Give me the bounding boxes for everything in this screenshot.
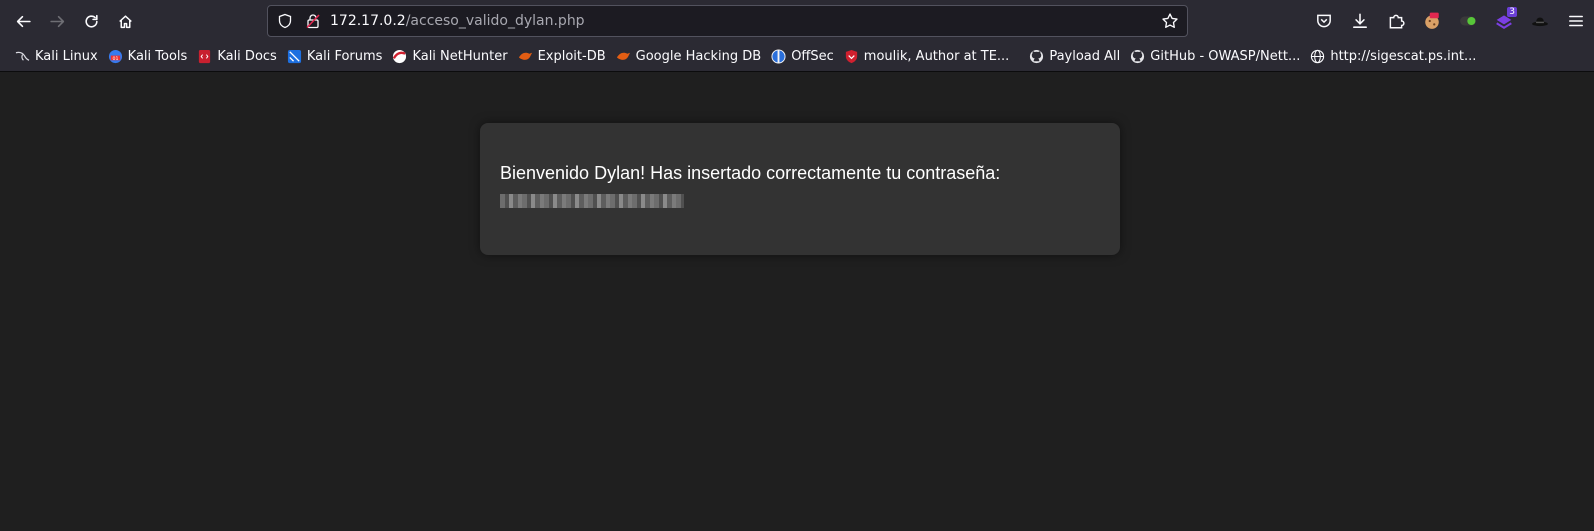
exploit-db-icon <box>518 49 533 64</box>
url-host: 172.17.0.2 <box>330 13 406 29</box>
cookie-extension-button[interactable] <box>1414 4 1450 38</box>
extension-count-badge: 3 <box>1507 7 1517 17</box>
home-button[interactable] <box>108 4 142 38</box>
address-bar[interactable]: 172.17.0.2/acceso_valido_dylan.php <box>267 5 1188 37</box>
github-icon <box>1029 49 1044 64</box>
wappalyzer-button[interactable]: 3 <box>1486 4 1522 38</box>
kali-forums-icon <box>287 49 302 64</box>
bookmark-sigescat[interactable]: http://sigescat.ps.int... <box>1305 45 1481 69</box>
hat-icon <box>1532 17 1548 27</box>
arrow-right-icon <box>49 15 64 27</box>
app-menu-button[interactable] <box>1558 4 1594 38</box>
forward-button[interactable] <box>40 4 74 38</box>
bookmarks-toolbar: Kali Linux 01 Kali Tools Kali Docs Kali … <box>0 42 1594 72</box>
bookmark-label: Kali Docs <box>217 49 277 64</box>
js-toggle-button[interactable] <box>1450 4 1486 38</box>
welcome-card: Bienvenido Dylan! Has insertado correcta… <box>480 123 1120 255</box>
ghdb-icon <box>616 49 631 64</box>
redacted-password <box>500 194 684 208</box>
insecure-lock-icon[interactable] <box>304 12 322 30</box>
js-toggle-icon <box>1460 16 1476 26</box>
bookmark-label: OffSec <box>791 49 834 64</box>
bookmark-label: Kali Forums <box>306 49 383 64</box>
toolbar-right: 3 <box>1306 4 1594 38</box>
bookmark-github-owasp[interactable]: GitHub - OWASP/Nett... <box>1125 45 1305 69</box>
bookmark-kali-docs[interactable]: Kali Docs <box>192 45 282 69</box>
github-icon <box>1130 49 1145 64</box>
bookmark-moulik[interactable]: moulik, Author at TE... <box>839 45 1015 69</box>
bookmark-kali-linux[interactable]: Kali Linux <box>10 45 103 69</box>
cookie-icon <box>1425 12 1439 29</box>
bookmark-label: http://sigescat.ps.int... <box>1330 49 1477 64</box>
shield-red-icon <box>844 49 859 64</box>
hat-extension-button[interactable] <box>1522 4 1558 38</box>
extensions-button[interactable] <box>1378 4 1414 38</box>
bookmark-offsec[interactable]: OffSec <box>766 45 839 69</box>
home-icon <box>118 14 132 28</box>
bookmark-label: GitHub - OWASP/Nett... <box>1150 49 1301 64</box>
url-path: /acceso_valido_dylan.php <box>405 13 585 29</box>
bookmark-payload-all[interactable]: Payload All <box>1024 45 1125 69</box>
bookmark-label: Payload All <box>1049 49 1121 64</box>
browser-toolbar: 172.17.0.2/acceso_valido_dylan.php 3 <box>0 0 1594 42</box>
pocket-button[interactable] <box>1306 4 1342 38</box>
bookmark-google-hacking-db[interactable]: Google Hacking DB <box>611 45 767 69</box>
bookmark-exploit-db[interactable]: Exploit-DB <box>513 45 611 69</box>
bookmark-label: Kali Linux <box>35 49 98 64</box>
bookmark-label: Kali NetHunter <box>412 49 508 64</box>
bookmark-label: Kali Tools <box>127 49 188 64</box>
url-text[interactable]: 172.17.0.2/acceso_valido_dylan.php <box>330 13 585 29</box>
welcome-message: Bienvenido Dylan! Has insertado correcta… <box>500 163 1001 183</box>
puzzle-icon <box>1389 14 1405 29</box>
downloads-button[interactable] <box>1342 4 1378 38</box>
reload-icon <box>84 14 98 28</box>
kali-docs-icon <box>197 49 212 64</box>
arrow-left-icon <box>16 15 31 27</box>
bookmark-label: Exploit-DB <box>537 49 606 64</box>
hamburger-menu-icon <box>1569 15 1583 27</box>
download-icon <box>1353 13 1367 28</box>
bookmark-kali-forums[interactable]: Kali Forums <box>282 45 388 69</box>
kali-dragon-icon <box>15 49 30 64</box>
bookmark-kali-nethunter[interactable]: Kali NetHunter <box>387 45 512 69</box>
offsec-icon <box>771 49 786 64</box>
reload-button[interactable] <box>74 4 108 38</box>
back-button[interactable] <box>6 4 40 38</box>
tracking-protection-icon[interactable] <box>276 12 294 30</box>
svg-text:01: 01 <box>112 56 118 62</box>
bookmark-star-icon[interactable] <box>1161 12 1179 30</box>
kali-nethunter-icon <box>392 49 407 64</box>
kali-tools-icon: 01 <box>108 49 123 64</box>
globe-icon <box>1310 49 1325 64</box>
pocket-icon <box>1317 14 1331 28</box>
bookmark-label: moulik, Author at TE... <box>863 49 1010 64</box>
bookmark-label: Google Hacking DB <box>635 49 762 64</box>
page-content: Bienvenido Dylan! Has insertado correcta… <box>0 72 1594 531</box>
bookmark-kali-tools[interactable]: 01 Kali Tools <box>103 45 193 69</box>
